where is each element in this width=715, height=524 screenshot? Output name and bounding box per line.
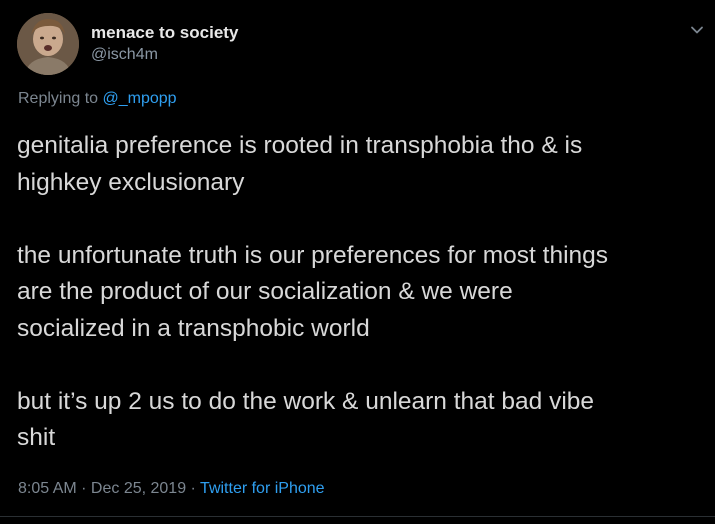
replying-to-link[interactable]: @_mpopp — [103, 90, 177, 107]
replying-to-label: Replying to — [18, 90, 103, 107]
more-options-button[interactable] — [689, 22, 705, 38]
tweet-line: socialized in a transphobic world — [17, 314, 370, 342]
avatar-photo — [17, 13, 79, 75]
tweet-text: genitalia preference is rooted in transp… — [17, 128, 715, 457]
tweet-paragraph: but it’s up 2 us to do the work & unlear… — [17, 384, 715, 457]
avatar[interactable] — [17, 13, 79, 75]
tweet-line: genitalia preference is rooted in transp… — [17, 132, 583, 159]
tweet-line: are the product of our socialization & w… — [17, 278, 513, 305]
tweet-card: menace to society @isch4m Replying to @_… — [0, 0, 715, 524]
tweet-source-link[interactable]: Twitter for iPhone — [200, 480, 325, 497]
divider — [0, 516, 715, 517]
author-display-name[interactable]: menace to society — [91, 23, 238, 43]
tweet-header: menace to society @isch4m — [17, 13, 238, 75]
author-handle[interactable]: @isch4m — [91, 45, 238, 65]
tweet-paragraph: the unfortunate truth is our preferences… — [17, 238, 715, 348]
meta-separator: · — [76, 480, 91, 497]
chevron-down-icon — [691, 26, 703, 34]
tweet-line: shit — [17, 424, 56, 451]
meta-separator: · — [186, 480, 201, 497]
tweet-line: but it’s up 2 us to do the work & unlear… — [17, 387, 595, 415]
tweet-meta: 8:05 AM · Dec 25, 2019 · Twitter for iPh… — [18, 478, 325, 500]
tweet-date[interactable]: Dec 25, 2019 — [91, 480, 186, 497]
author-names: menace to society @isch4m — [91, 23, 238, 65]
replying-to: Replying to @_mpopp — [18, 88, 177, 110]
tweet-line: the unfortunate truth is our preferences… — [17, 241, 609, 269]
tweet-paragraph: genitalia preference is rooted in transp… — [17, 128, 715, 201]
tweet-time[interactable]: 8:05 AM — [18, 480, 77, 497]
tweet-line: highkey exclusionary — [17, 168, 245, 196]
